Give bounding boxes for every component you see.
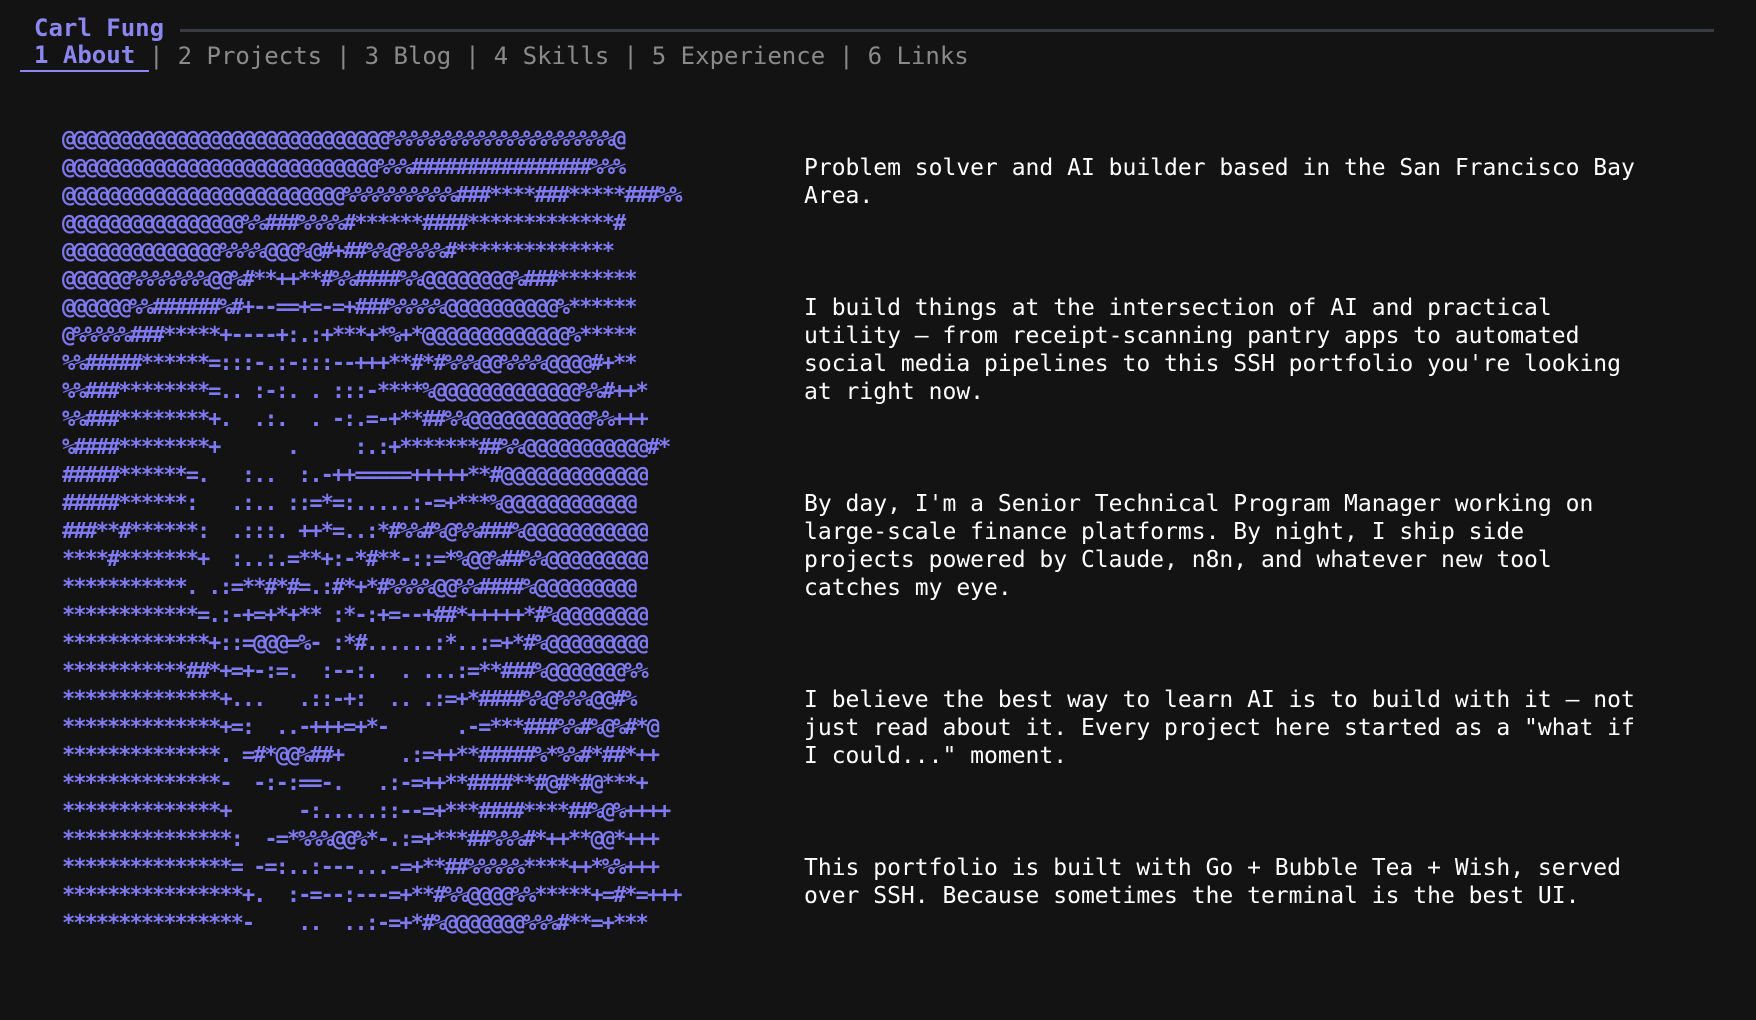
tab-links[interactable]: 6 Links: [854, 42, 983, 70]
ascii-portrait: @@@@@@@@@@@@@@@@@@@@@@@@@@@@@%%%%%%%%%%%…: [62, 127, 682, 936]
tab-separator: |: [623, 42, 638, 70]
tab-separator: |: [336, 42, 351, 70]
tab-projects[interactable]: 2 Projects: [164, 42, 337, 70]
tab-separator: |: [839, 42, 854, 70]
about-paragraph-location: Problem solver and AI builder based in t…: [804, 155, 1635, 209]
about-paragraph-work: By day, I'm a Senior Technical Program M…: [804, 491, 1594, 601]
tab-separator: |: [465, 42, 480, 70]
tab-separator: |: [149, 42, 164, 70]
about-paragraph-learn: I believe the best way to learn AI is to…: [804, 687, 1635, 769]
about-text: Problem solver and AI builder based in t…: [804, 98, 1704, 966]
page-title: Carl Fung: [34, 14, 165, 42]
tab-blog[interactable]: 3 Blog: [351, 42, 466, 70]
about-paragraph-build: I build things at the intersection of AI…: [804, 295, 1621, 405]
tab-skills[interactable]: 4 Skills: [480, 42, 624, 70]
tab-experience[interactable]: 5 Experience: [638, 42, 839, 70]
title-divider: [180, 28, 1714, 32]
about-paragraph-stack: This portfolio is built with Go + Bubble…: [804, 855, 1621, 909]
tab-bar: 1 About | 2 Projects | 3 Blog | 4 Skills…: [20, 40, 983, 72]
tab-about[interactable]: 1 About: [20, 41, 150, 72]
